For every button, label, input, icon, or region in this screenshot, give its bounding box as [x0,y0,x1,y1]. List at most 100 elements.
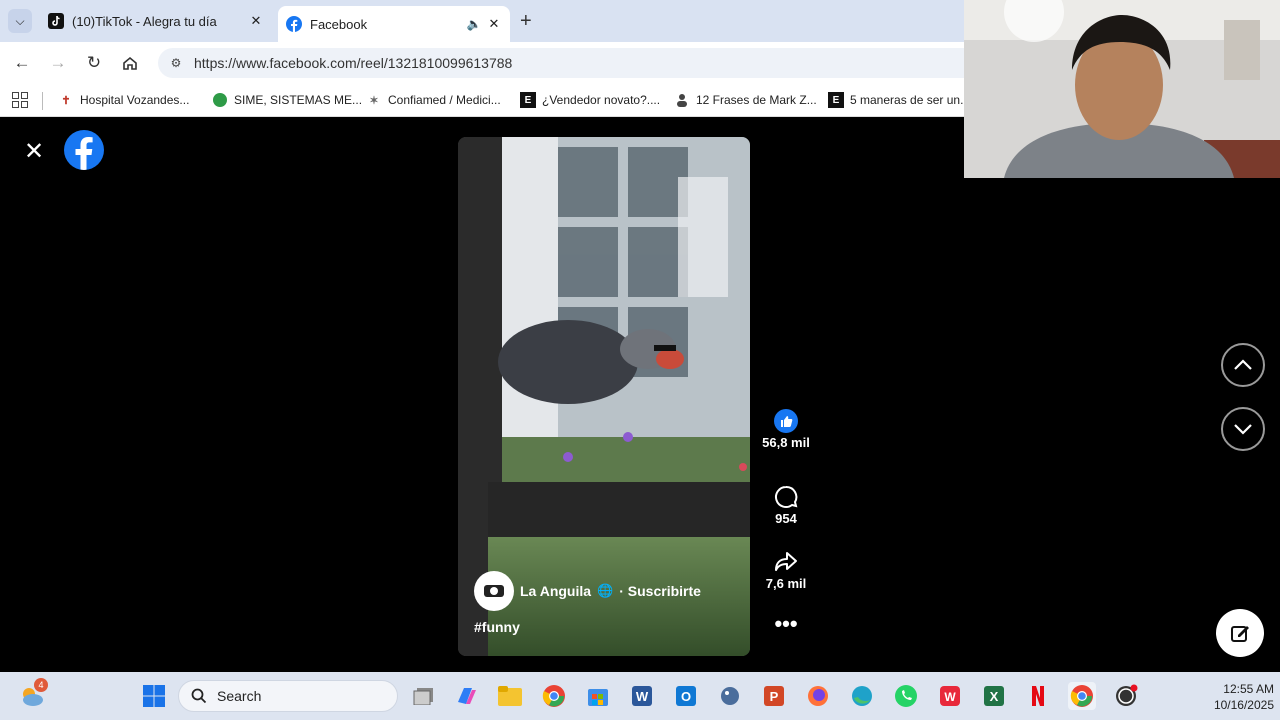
chevron-down-icon: ⌵ [15,13,25,28]
task-view-icon [413,688,433,705]
e-icon: E [520,92,536,108]
share-button[interactable]: 7,6 mil [760,548,812,591]
address-bar[interactable]: ⚙ https://www.facebook.com/reel/13218100… [158,48,1038,78]
store-button[interactable] [584,682,612,710]
comment-button[interactable]: 954 [760,483,812,526]
share-count: 7,6 mil [765,576,807,591]
store-icon [588,689,608,706]
url-text: https://www.facebook.com/reel/1321810099… [194,55,513,71]
firefox-button[interactable] [804,682,832,710]
obs-button[interactable] [1112,682,1140,710]
file-explorer-button[interactable] [496,682,524,710]
word-icon: W [632,686,652,706]
netflix-button[interactable] [1024,682,1052,710]
whatsapp-button[interactable] [892,682,920,710]
sime-icon [212,92,228,108]
previous-reel-button[interactable] [1221,343,1265,387]
system-clock[interactable]: 12:55 AM 10/16/2025 [1190,681,1274,713]
close-tab-icon[interactable]: ✕ [246,13,266,29]
paint-icon [721,687,739,705]
firefox-icon [808,686,828,706]
hospital-icon: ✝ [61,94,71,107]
site-settings-icon[interactable]: ⚙ [166,56,186,70]
bookmark-item[interactable]: E 5 maneras de ser un... [828,90,970,110]
facebook-logo[interactable] [64,130,104,170]
powerpoint-button[interactable]: P [760,682,788,710]
hashtag-link[interactable]: #funny [474,619,520,635]
wps-button[interactable]: W [936,682,964,710]
tab-search-button[interactable]: ⌵ [8,9,32,33]
task-view-button[interactable] [410,682,438,710]
bookmark-item[interactable]: ✶ Confiamed / Medici... [366,90,500,110]
chrome-active-button[interactable] [1068,682,1096,710]
tab-title: (10)TikTok - Alegra tu día [72,13,217,29]
arrow-left-icon: ← [13,53,31,72]
close-icon: ✕ [24,138,45,165]
next-reel-button[interactable] [1221,407,1265,451]
bookmark-label: ¿Vendedor novato?.... [542,93,661,107]
clock-time: 12:55 AM [1223,682,1274,696]
svg-text:O: O [681,689,691,704]
bookmark-label: 5 maneras de ser un... [850,93,971,107]
bookmark-item[interactable]: ✝ Hospital Vozandes... [58,90,189,110]
powerpoint-icon: P [764,686,784,706]
webcam-overlay [964,0,1280,178]
edit-icon [1231,626,1249,642]
reel-viewer: ✕ La Anguila 🌐 · Suscribirte #funny 56,8… [0,117,1280,672]
new-message-button[interactable] [1216,609,1264,657]
taskbar-search[interactable]: Search [178,680,398,712]
edge-button[interactable] [848,682,876,710]
reload-icon: ↻ [86,53,102,72]
outlook-button[interactable]: O [672,682,700,710]
tab-tiktok[interactable]: (10)TikTok - Alegra tu día ✕ [40,6,272,36]
close-tab-icon[interactable]: ✕ [484,16,504,32]
outlook-icon: O [676,686,696,706]
svg-text:X: X [990,689,999,704]
app-button[interactable] [716,682,744,710]
reload-button[interactable]: ↻ [82,52,106,74]
bookmark-label: Hospital Vozandes... [80,93,190,107]
word-button[interactable]: W [628,682,656,710]
home-button[interactable] [118,52,142,74]
new-tab-button[interactable]: + [520,10,532,33]
widgets-button[interactable]: 4 [18,678,48,710]
chrome-taskbar-button[interactable] [540,682,568,710]
search-label: Search [217,688,262,704]
comment-icon [775,485,798,508]
comment-count: 954 [775,511,797,526]
home-icon [123,56,137,70]
tab-title: Facebook [310,16,368,32]
copilot-button[interactable] [452,682,480,710]
chevron-down-icon [1234,424,1252,435]
reel-video[interactable]: La Anguila 🌐 · Suscribirte #funny [458,137,750,656]
excel-button[interactable]: X [980,682,1008,710]
globe-icon: 🌐 [597,583,614,598]
close-reel-button[interactable]: ✕ [24,137,44,166]
bookmark-item[interactable]: 12 Frases de Mark Z... [674,90,817,110]
speaker-icon[interactable]: 🔈 [464,17,484,31]
author-name[interactable]: La Anguila [520,583,591,599]
author-avatar[interactable] [474,571,514,611]
windows-icon [143,685,165,707]
bookmark-label: 12 Frases de Mark Z... [696,93,817,107]
svg-text:W: W [944,690,956,704]
reel-author[interactable]: La Anguila 🌐 · Suscribirte [474,571,701,611]
chrome-icon [1070,685,1093,707]
back-button[interactable]: ← [10,52,34,74]
svg-text:P: P [770,689,779,704]
more-options-button[interactable]: ••• [760,613,812,635]
chrome-icon [542,685,565,707]
apps-grid-icon[interactable] [12,92,28,108]
person-icon [674,92,690,108]
like-count: 56,8 mil [762,435,810,450]
clock-date: 10/16/2025 [1213,698,1274,712]
chevron-up-icon [1234,359,1252,370]
tab-facebook[interactable]: Facebook 🔈 ✕ [278,6,510,42]
subscribe-link[interactable]: · Suscribirte [619,583,701,599]
bookmark-item[interactable]: SIME, SISTEMAS ME... [212,90,362,110]
forward-button[interactable]: → [46,52,70,74]
excel-icon: X [984,686,1004,706]
start-button[interactable] [140,682,168,710]
like-button[interactable]: 56,8 mil [760,407,812,450]
bookmark-item[interactable]: E ¿Vendedor novato?.... [520,90,660,110]
